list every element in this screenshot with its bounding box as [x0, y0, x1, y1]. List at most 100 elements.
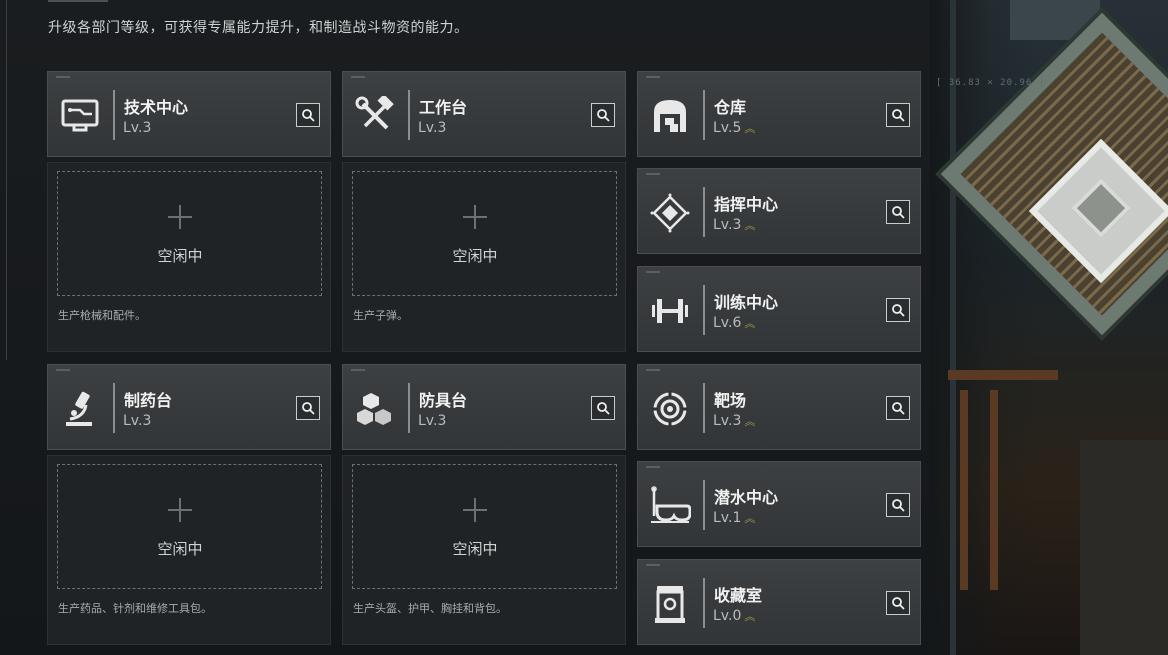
facility-level: Lv.5 ︽ — [713, 120, 755, 136]
production-slot[interactable]: 空闲中 生产药品、针剂和维修工具包。 — [47, 455, 331, 645]
separator — [113, 90, 115, 140]
facility-name: 靶场 — [714, 391, 747, 410]
inspect-button[interactable] — [591, 103, 615, 127]
card-tag — [646, 564, 660, 566]
warehouse-icon — [648, 94, 692, 138]
search-icon — [892, 499, 905, 512]
upgrade-available-icon: ︽ — [744, 512, 755, 525]
card-tag — [646, 76, 660, 78]
facility-name: 仓库 — [714, 98, 747, 117]
facility-name: 制药台 — [124, 391, 173, 410]
card-tag — [351, 76, 365, 78]
upgrade-available-icon: ︽ — [744, 610, 755, 623]
level-text: Lv.3 — [713, 217, 742, 233]
upgrade-available-icon: ︽ — [744, 317, 755, 330]
facility-level: Lv.3 ︽ — [713, 217, 755, 233]
card-workbench[interactable]: 工作台 Lv.3 — [342, 71, 626, 157]
upgrade-available-icon: ︽ — [744, 219, 755, 232]
slot-description: 生产枪械和配件。 — [58, 309, 146, 322]
plus-icon — [463, 205, 487, 229]
facility-name: 潜水中心 — [714, 488, 779, 507]
base-scene-view: [ 36.83 × 20.96 ] — [930, 0, 1168, 655]
add-slot-frame[interactable] — [352, 464, 617, 589]
inspect-button[interactable] — [591, 396, 615, 420]
diving-mask-icon — [648, 484, 692, 528]
facility-name: 工作台 — [419, 98, 468, 117]
separator — [703, 285, 705, 335]
cubes-icon — [353, 387, 397, 431]
production-slot[interactable]: 空闲中 生产头盔、护甲、胸挂和背包。 — [342, 455, 626, 645]
header-line — [48, 0, 108, 2]
inspect-button[interactable] — [886, 200, 910, 224]
card-tag — [646, 173, 660, 175]
inspect-button[interactable] — [886, 103, 910, 127]
plus-icon — [463, 498, 487, 522]
card-training-center[interactable]: 训练中心 Lv.6 ︽ — [637, 266, 921, 352]
separator — [703, 383, 705, 433]
level-text: Lv.5 — [713, 120, 742, 136]
search-icon — [892, 304, 905, 317]
computer-icon — [58, 94, 102, 138]
production-slot[interactable]: 空闲中 生产子弹。 — [342, 162, 626, 352]
facility-name: 技术中心 — [124, 98, 189, 117]
card-tag — [56, 369, 70, 371]
scene-beam — [950, 0, 956, 655]
search-icon — [892, 206, 905, 219]
card-tag — [646, 466, 660, 468]
level-text: Lv.1 — [713, 510, 742, 526]
inspect-button[interactable] — [886, 298, 910, 322]
inspect-button[interactable] — [296, 396, 320, 420]
separator — [703, 90, 705, 140]
inspect-button[interactable] — [886, 591, 910, 615]
level-text: Lv.6 — [713, 315, 742, 331]
facility-name: 收藏室 — [714, 586, 763, 605]
add-slot-frame[interactable] — [352, 171, 617, 296]
card-warehouse[interactable]: 仓库 Lv.5 ︽ — [637, 71, 921, 157]
card-tag — [646, 271, 660, 273]
facility-name: 训练中心 — [714, 293, 779, 312]
facility-level: Lv.3 — [418, 413, 447, 429]
facility-level: Lv.3 — [418, 120, 447, 136]
level-text: Lv.3 — [713, 413, 742, 429]
level-text: Lv.0 — [713, 608, 742, 624]
facility-level: Lv.0 ︽ — [713, 608, 755, 624]
card-collection-room[interactable]: 收藏室 Lv.0 ︽ — [637, 559, 921, 645]
slot-description: 生产药品、针剂和维修工具包。 — [58, 602, 212, 615]
search-icon — [892, 109, 905, 122]
plus-icon — [168, 498, 192, 522]
card-tech-center[interactable]: 技术中心 Lv.3 — [47, 71, 331, 157]
search-icon — [892, 597, 905, 610]
separator — [703, 480, 705, 530]
slot-status: 空闲中 — [452, 247, 498, 265]
card-tag — [646, 369, 660, 371]
command-diamond-icon — [648, 191, 692, 235]
facility-level: Lv.3 — [123, 413, 152, 429]
card-pharmacy[interactable]: 制药台 Lv.3 — [47, 364, 331, 450]
add-slot-frame[interactable] — [57, 171, 322, 296]
card-command-center[interactable]: 指挥中心 Lv.3 ︽ — [637, 168, 921, 254]
scene-beam — [1080, 440, 1168, 655]
scene-rail — [948, 370, 1058, 380]
inspect-button[interactable] — [886, 396, 910, 420]
card-diving-center[interactable]: 潜水中心 Lv.1 ︽ — [637, 461, 921, 547]
facility-level: Lv.1 ︽ — [713, 510, 755, 526]
search-icon — [597, 402, 610, 415]
scene-rail — [990, 390, 998, 590]
search-icon — [302, 402, 315, 415]
facility-level: Lv.3 — [123, 120, 152, 136]
microscope-icon — [58, 387, 102, 431]
card-armor-bench[interactable]: 防具台 Lv.3 — [342, 364, 626, 450]
add-slot-frame[interactable] — [57, 464, 322, 589]
dumbbell-icon — [648, 289, 692, 333]
separator — [113, 383, 115, 433]
card-shooting-range[interactable]: 靶场 Lv.3 ︽ — [637, 364, 921, 450]
card-tag — [351, 369, 365, 371]
production-slot[interactable]: 空闲中 生产枪械和配件。 — [47, 162, 331, 352]
inspect-button[interactable] — [886, 493, 910, 517]
page-description: 升级各部门等级，可获得专属能力提升，和制造战斗物资的能力。 — [48, 20, 469, 36]
search-icon — [597, 109, 610, 122]
inspect-button[interactable] — [296, 103, 320, 127]
slot-description: 生产子弹。 — [353, 309, 408, 322]
search-icon — [302, 109, 315, 122]
slot-description: 生产头盔、护甲、胸挂和背包。 — [353, 602, 507, 615]
